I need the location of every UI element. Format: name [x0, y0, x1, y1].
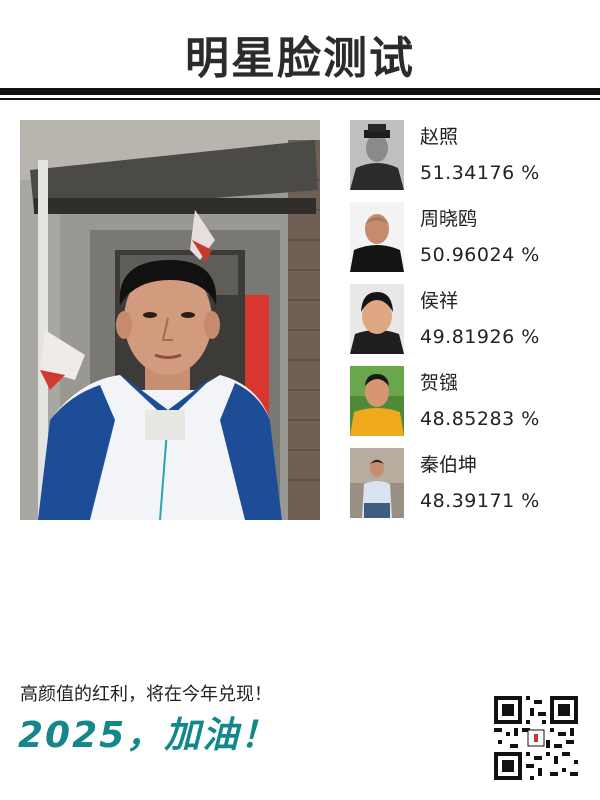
match-score: 50.96024 %	[420, 244, 540, 266]
header-divider-thin	[0, 98, 600, 100]
portrait-photo-icon	[20, 120, 320, 520]
match-thumbnail	[350, 120, 404, 190]
match-score: 51.34176 %	[420, 162, 540, 184]
match-item[interactable]: 贺镪 48.85283 %	[350, 366, 590, 436]
match-name: 贺镪	[420, 372, 459, 394]
slogan-text: 高颜值的红利，将在今年兑现！	[20, 684, 272, 705]
header-divider-thick	[0, 88, 600, 95]
celebrity-photo-icon	[350, 448, 404, 518]
user-portrait-photo	[20, 120, 320, 520]
match-item[interactable]: 秦伯坤 48.39171 %	[350, 448, 590, 518]
match-score: 49.81926 %	[420, 326, 540, 348]
celebrity-photo-icon	[350, 202, 404, 272]
cheer-text: 2025，加油！	[18, 715, 279, 756]
match-thumbnail	[350, 448, 404, 518]
qr-code-icon[interactable]	[494, 696, 578, 780]
match-name: 侯祥	[420, 290, 459, 312]
page-title: 明星脸测试	[185, 33, 415, 84]
match-name: 赵照	[420, 126, 459, 148]
match-name: 秦伯坤	[420, 454, 478, 476]
celebrity-photo-icon	[350, 120, 404, 190]
match-name: 周晓鸥	[420, 208, 478, 230]
match-item[interactable]: 周晓鸥 50.96024 %	[350, 202, 590, 272]
match-score: 48.85283 %	[420, 408, 540, 430]
match-item[interactable]: 赵照 51.34176 %	[350, 120, 590, 190]
celebrity-photo-icon	[350, 366, 404, 436]
match-thumbnail	[350, 284, 404, 354]
celebrity-photo-icon	[350, 284, 404, 354]
match-item[interactable]: 侯祥 49.81926 %	[350, 284, 590, 354]
match-thumbnail	[350, 202, 404, 272]
match-score: 48.39171 %	[420, 490, 540, 512]
match-thumbnail	[350, 366, 404, 436]
